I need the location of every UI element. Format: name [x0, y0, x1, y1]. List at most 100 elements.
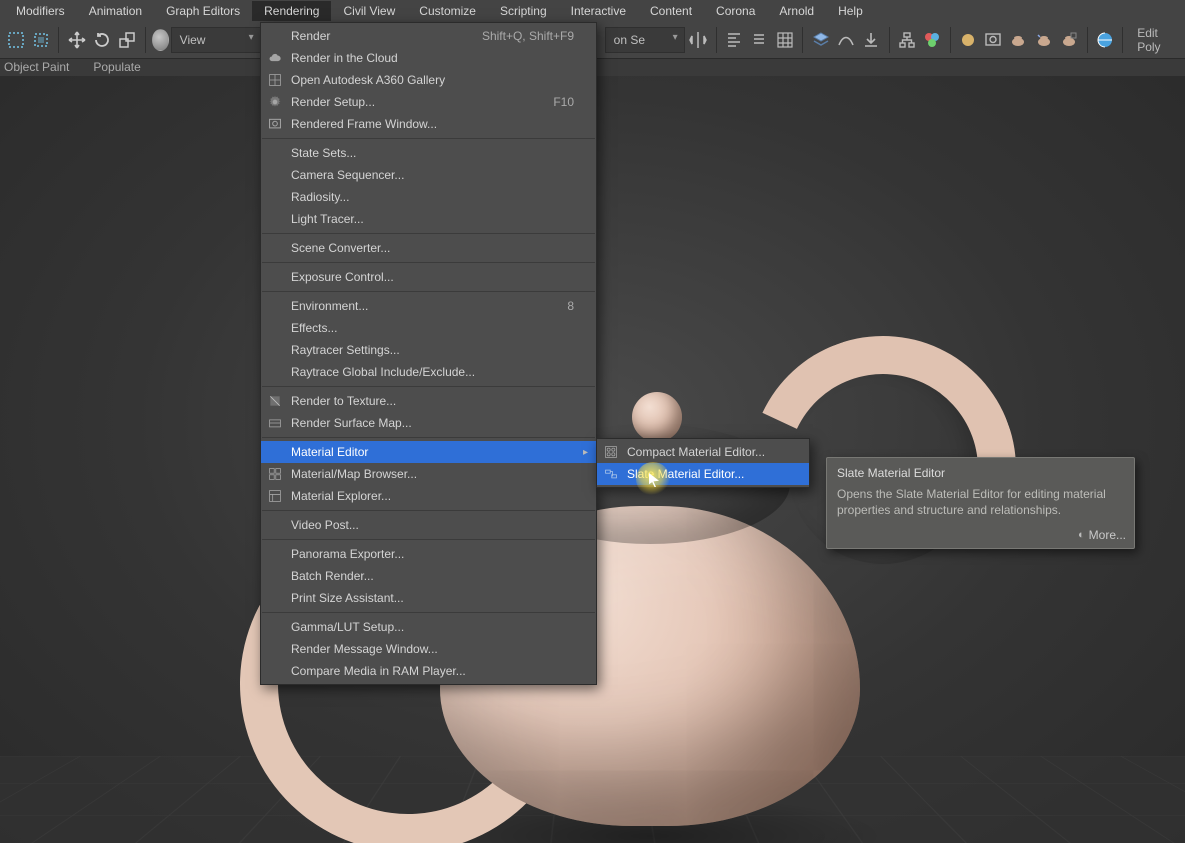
marquee-tool-icon[interactable]	[4, 25, 27, 55]
move-tool-icon[interactable]	[65, 25, 88, 55]
menuitem-render-to-texture[interactable]: Render to Texture...	[261, 390, 596, 412]
menuitem-print-size-assistant[interactable]: Print Size Assistant...	[261, 587, 596, 609]
menuitem-raytrace-global-include-exclude[interactable]: Raytrace Global Include/Exclude...	[261, 361, 596, 383]
menuitem-label: Raytracer Settings...	[291, 343, 400, 357]
menuitem-radiosity[interactable]: Radiosity...	[261, 186, 596, 208]
gear-icon	[267, 94, 283, 110]
menu-corona[interactable]: Corona	[704, 1, 767, 21]
menuitem-label: Environment...	[291, 299, 368, 313]
submenuitem-compact-material-editor[interactable]: Compact Material Editor...	[597, 441, 809, 463]
layers-icon[interactable]	[809, 25, 832, 55]
submenuitem-slate-material-editor[interactable]: Slate Material Editor...	[597, 463, 809, 485]
menuitem-environment[interactable]: Environment... 8	[261, 295, 596, 317]
menuitem-label: Print Size Assistant...	[291, 591, 404, 605]
menuitem-label: Scene Converter...	[291, 241, 390, 255]
material-editor-submenu: Compact Material Editor... Slate Material…	[596, 438, 810, 488]
list-icon[interactable]	[748, 25, 771, 55]
submenuitem-label: Compact Material Editor...	[627, 445, 765, 459]
menuitem-render-setup[interactable]: Render Setup... F10	[261, 91, 596, 113]
menuitem-shortcut: F10	[513, 95, 574, 109]
render-online-icon[interactable]	[1093, 25, 1116, 55]
scale-tool-icon[interactable]	[116, 25, 139, 55]
menuitem-open-autodesk-a360-gallery[interactable]: Open Autodesk A360 Gallery	[261, 69, 596, 91]
menu-separator	[262, 138, 595, 139]
menuitem-shortcut: Shift+Q, Shift+F9	[442, 29, 574, 43]
menuitem-exposure-control[interactable]: Exposure Control...	[261, 266, 596, 288]
menuitem-label: Raytrace Global Include/Exclude...	[291, 365, 475, 379]
menuitem-raytracer-settings[interactable]: Raytracer Settings...	[261, 339, 596, 361]
render-frame-icon[interactable]	[982, 25, 1005, 55]
menuitem-scene-converter[interactable]: Scene Converter...	[261, 237, 596, 259]
tooltip-description: Opens the Slate Material Editor for edit…	[837, 486, 1124, 518]
tooltip-more-link[interactable]: More...	[1078, 528, 1126, 542]
mirror-icon[interactable]	[687, 25, 710, 55]
menuitem-compare-media-in-ram-player[interactable]: Compare Media in RAM Player...	[261, 660, 596, 682]
menuitem-batch-render[interactable]: Batch Render...	[261, 565, 596, 587]
grid-icon[interactable]	[773, 25, 796, 55]
menu-arnold[interactable]: Arnold	[767, 1, 826, 21]
menuitem-label: Rendered Frame Window...	[291, 117, 437, 131]
menuitem-rendered-frame-window[interactable]: Rendered Frame Window...	[261, 113, 596, 135]
menu-interactive[interactable]: Interactive	[559, 1, 638, 21]
populate-label: Populate	[93, 60, 140, 74]
menuitem-state-sets[interactable]: State Sets...	[261, 142, 596, 164]
tooltip-title: Slate Material Editor	[837, 466, 1124, 480]
submenuitem-label: Slate Material Editor...	[627, 467, 744, 481]
menuitem-shortcut: 8	[527, 299, 574, 313]
menuitem-material-editor[interactable]: Material Editor▸	[261, 441, 596, 463]
menu-separator	[262, 510, 595, 511]
menuitem-camera-sequencer[interactable]: Camera Sequencer...	[261, 164, 596, 186]
menuitem-label: Render Setup...	[291, 95, 375, 109]
align-left-icon[interactable]	[723, 25, 746, 55]
menuitem-render-surface-map[interactable]: Render Surface Map...	[261, 412, 596, 434]
menuitem-render-in-the-cloud[interactable]: Render in the Cloud	[261, 47, 596, 69]
grid-icon	[267, 72, 283, 88]
menuitem-video-post[interactable]: Video Post...	[261, 514, 596, 536]
curve-editor-icon[interactable]	[834, 25, 857, 55]
sp-icon	[603, 444, 619, 460]
me-icon	[267, 488, 283, 504]
selection-set-dropdown[interactable]: on Se	[605, 27, 685, 53]
view-dropdown-label: View	[180, 33, 206, 47]
menuitem-material-map-browser[interactable]: Material/Map Browser...	[261, 463, 596, 485]
render-setup-icon[interactable]	[956, 25, 979, 55]
menuitem-label: Open Autodesk A360 Gallery	[291, 73, 445, 87]
menuitem-label: Render Surface Map...	[291, 416, 412, 430]
menuitem-gamma-lut-setup[interactable]: Gamma/LUT Setup...	[261, 616, 596, 638]
menu-content[interactable]: Content	[638, 1, 704, 21]
menuitem-effects[interactable]: Effects...	[261, 317, 596, 339]
menu-civil-view[interactable]: Civil View	[331, 1, 407, 21]
menu-modifiers[interactable]: Modifiers	[4, 1, 77, 21]
teapot-active-icon[interactable]	[1057, 25, 1080, 55]
menuitem-material-explorer[interactable]: Material Explorer...	[261, 485, 596, 507]
menuitem-render[interactable]: RenderShift+Q, Shift+F9	[261, 25, 596, 47]
menuitem-panorama-exporter[interactable]: Panorama Exporter...	[261, 543, 596, 565]
download-icon[interactable]	[859, 25, 882, 55]
menu-rendering[interactable]: Rendering	[252, 1, 331, 21]
ground-grid	[0, 756, 1185, 843]
sub-marquee-icon[interactable]	[29, 25, 52, 55]
schematic-view-icon[interactable]	[895, 25, 918, 55]
menuitem-render-message-window[interactable]: Render Message Window...	[261, 638, 596, 660]
rotate-tool-icon[interactable]	[90, 25, 113, 55]
teapot-iter-icon[interactable]	[1032, 25, 1055, 55]
menuitem-label: Exposure Control...	[291, 270, 394, 284]
toolbar-separator	[58, 27, 59, 53]
menu-help[interactable]: Help	[826, 1, 875, 21]
menu-separator	[262, 262, 595, 263]
menu-customize[interactable]: Customize	[407, 1, 488, 21]
menu-graph-editors[interactable]: Graph Editors	[154, 1, 252, 21]
menuitem-label: Effects...	[291, 321, 337, 335]
teapot-prod-icon[interactable]	[1007, 25, 1030, 55]
menu-animation[interactable]: Animation	[77, 1, 154, 21]
menu-scripting[interactable]: Scripting	[488, 1, 559, 21]
menuitem-light-tracer[interactable]: Light Tracer...	[261, 208, 596, 230]
material-sphere-icon[interactable]	[152, 29, 169, 51]
toolbar-separator	[716, 27, 717, 53]
object-paint-label: Object Paint	[4, 60, 69, 74]
view-dropdown[interactable]: View	[171, 27, 261, 53]
mm-icon	[267, 466, 283, 482]
menuitem-label: Radiosity...	[291, 190, 349, 204]
rendering-menu-dropdown: RenderShift+Q, Shift+F9Render in the Clo…	[260, 22, 597, 685]
material-editor-icon[interactable]	[921, 25, 944, 55]
